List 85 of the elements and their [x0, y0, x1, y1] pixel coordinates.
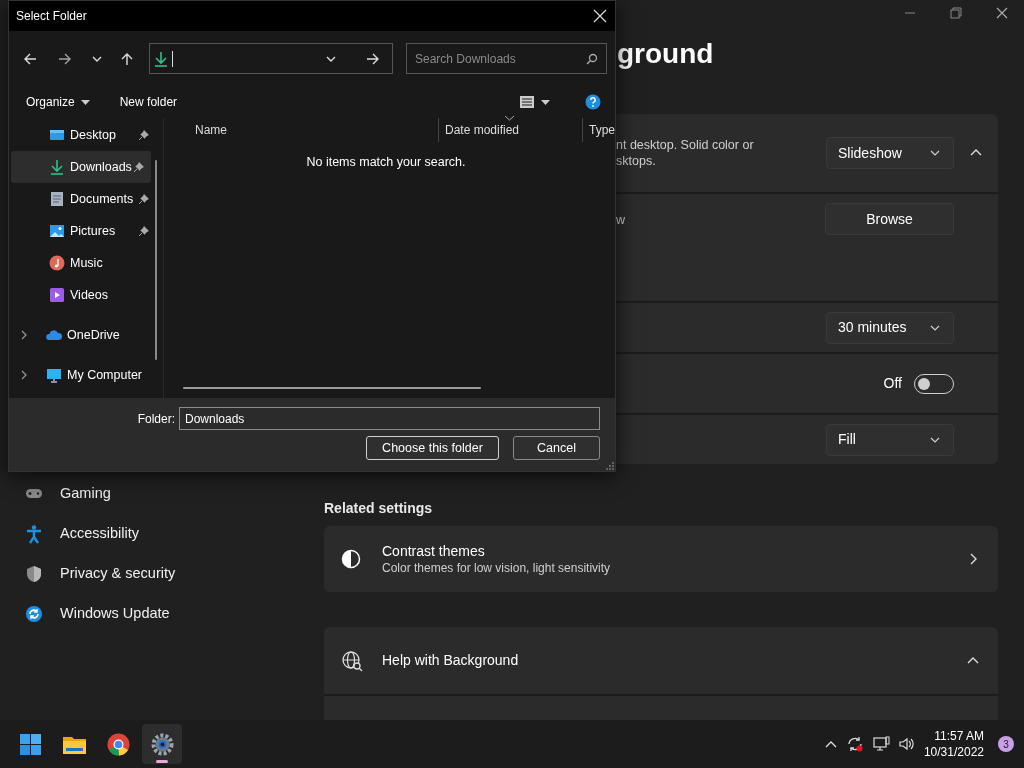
dropdown[interactable]: Fill: [826, 423, 954, 456]
page-heading: ground: [617, 40, 714, 68]
contrast-icon: [341, 549, 361, 569]
scrollbar-thumb[interactable]: [155, 160, 157, 360]
nav-label: Videos: [70, 286, 109, 304]
help-header[interactable]: Help with Background: [324, 627, 998, 694]
refresh-icon: [24, 604, 44, 624]
new-folder-button[interactable]: New folder: [119, 93, 178, 111]
column-header[interactable]: Type: [582, 118, 615, 142]
scrollbar-thumb[interactable]: [183, 387, 481, 389]
field-label: Folder:: [137, 410, 175, 428]
gear-icon[interactable]: [142, 724, 182, 764]
maximize-icon[interactable]: [948, 5, 964, 21]
search-field[interactable]: Search Downloads: [406, 43, 607, 74]
dropdown[interactable]: Slideshow: [826, 137, 954, 169]
globe-icon: [341, 649, 363, 672]
section-heading: Related settings: [324, 500, 434, 516]
card-subtitle: Color themes for low vision, light sensitivity: [382, 560, 612, 576]
cancel-button[interactable]: Cancel: [513, 436, 600, 460]
choose-folder-button[interactable]: Choose this folder: [366, 436, 499, 460]
nav-label: Music: [70, 254, 104, 272]
address-bar[interactable]: [149, 43, 393, 74]
person-icon: [24, 524, 44, 544]
download-icon: [49, 159, 65, 175]
nav-label: Documents: [70, 190, 135, 208]
folder-field[interactable]: Downloads: [179, 407, 600, 430]
caret-icon: [80, 99, 90, 105]
nav-item[interactable]: Pictures: [11, 215, 156, 247]
card-title: Contrast themes: [382, 542, 486, 560]
image-icon: [49, 223, 65, 239]
chevron-right-icon[interactable]: [19, 330, 29, 340]
download-icon: [154, 50, 168, 67]
toggle-state-text: Off: [883, 374, 902, 393]
video-icon: [49, 287, 65, 303]
resize-grip-icon: [606, 462, 614, 470]
nav-item[interactable]: OneDrive: [11, 319, 156, 351]
card-title: Help with Background: [381, 651, 520, 670]
nav-label: Pictures: [70, 222, 117, 240]
cloud-icon: [46, 327, 62, 343]
music-icon: [49, 255, 65, 271]
description-text: sktops.: [616, 153, 657, 169]
nav-item[interactable]: My Computer: [11, 359, 156, 391]
help-icon[interactable]: [585, 94, 601, 110]
nav-label: Desktop: [70, 126, 117, 144]
sidebar-item[interactable]: Windows Update: [24, 594, 324, 634]
back-icon[interactable]: [23, 51, 37, 66]
document-icon: [49, 191, 65, 207]
nav-item[interactable]: Documents: [11, 183, 156, 215]
view-menu-icon[interactable]: [519, 95, 551, 109]
nav-item[interactable]: Music: [11, 247, 156, 279]
browse-button[interactable]: Browse: [825, 203, 954, 235]
sidebar-item[interactable]: Privacy & security: [24, 554, 324, 594]
up-icon[interactable]: [120, 51, 134, 66]
search-icon: [586, 53, 598, 65]
clock-time[interactable]: 11:57 AM: [934, 728, 984, 744]
nav-item[interactable]: Downloads: [11, 151, 151, 183]
description-text: nt desktop. Solid color or: [616, 137, 755, 153]
shield-icon: [24, 564, 44, 584]
nav-label: My Computer: [67, 366, 144, 384]
sidebar-item[interactable]: Gaming: [24, 474, 324, 514]
dialog-title: Select Folder: [16, 8, 87, 25]
nav-item[interactable]: Videos: [11, 279, 156, 311]
notification-badge[interactable]: 3: [998, 736, 1014, 752]
arrow-right-icon[interactable]: [366, 51, 380, 66]
organize-menu[interactable]: Organize: [26, 93, 90, 111]
forward-icon[interactable]: [58, 51, 72, 66]
chevron-right-icon[interactable]: [19, 370, 29, 380]
monitor-icon: [49, 127, 65, 143]
description-text: w: [616, 212, 627, 228]
column-header[interactable]: Name: [164, 118, 438, 142]
speaker-icon[interactable]: [897, 735, 916, 753]
clock-date[interactable]: 10/31/2022: [923, 744, 984, 760]
settings-card[interactable]: Contrast themes Color themes for low vision, light sensitivity: [324, 526, 998, 592]
nav-label: Downloads: [70, 158, 133, 176]
network-icon[interactable]: [871, 735, 890, 753]
monitor-icon: [46, 367, 62, 383]
close-icon[interactable]: [994, 5, 1010, 21]
close-icon[interactable]: [593, 9, 607, 23]
column-header[interactable]: Date modified: [438, 118, 582, 142]
sync-icon[interactable]: [845, 735, 864, 753]
dropdown[interactable]: 30 minutes: [826, 311, 954, 344]
nav-label: OneDrive: [67, 326, 121, 344]
empty-message: No items match your search.: [306, 154, 466, 171]
sidebar-item[interactable]: Accessibility: [24, 514, 324, 554]
nav-item[interactable]: Desktop: [11, 119, 156, 151]
